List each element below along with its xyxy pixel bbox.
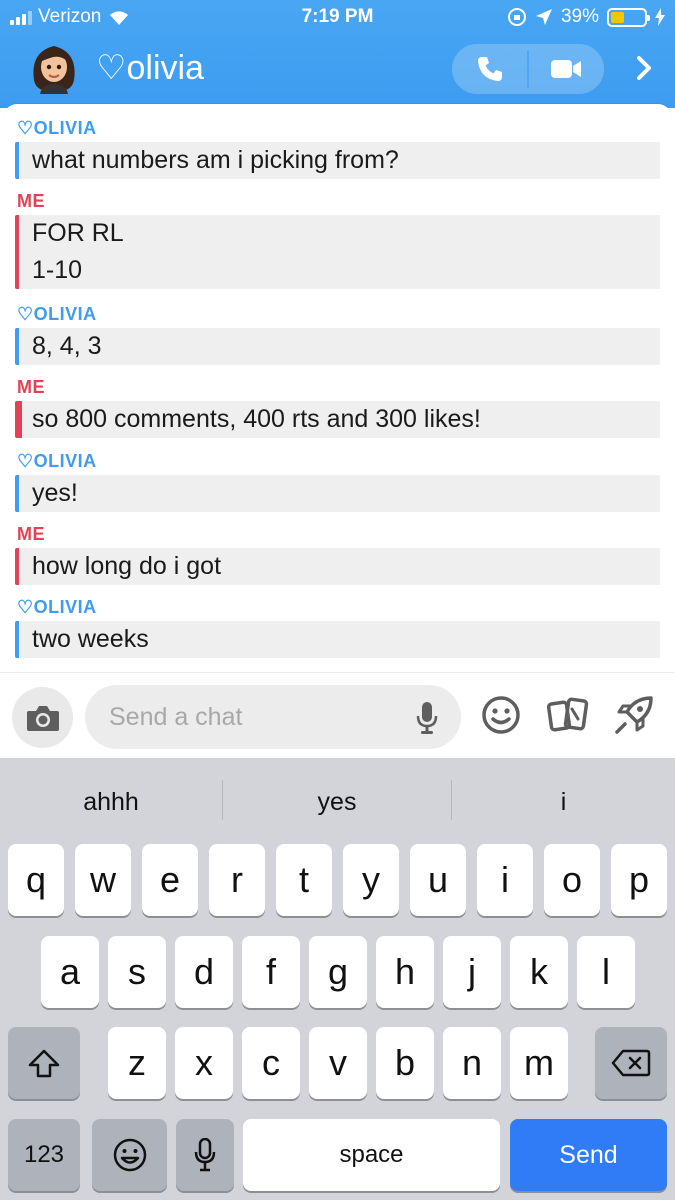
key-j[interactable]: j <box>443 936 501 1008</box>
orientation-lock-icon <box>507 8 526 26</box>
key-i[interactable]: i <box>477 844 533 916</box>
cards-button[interactable] <box>546 693 590 737</box>
dictation-icon <box>194 1138 216 1172</box>
emoji-sticker-button[interactable] <box>479 693 523 737</box>
dictation-key[interactable] <box>176 1119 234 1191</box>
key-t[interactable]: t <box>276 844 332 916</box>
message-bubble[interactable]: so 800 comments, 400 rts and 300 likes! <box>15 401 660 438</box>
message-text: 8, 4, 3 <box>32 332 102 360</box>
chat-title[interactable]: ♡olivia <box>96 48 204 88</box>
key-n[interactable]: n <box>443 1027 501 1099</box>
message-sender: ♡OLIVIA <box>17 304 97 324</box>
key-y[interactable]: y <box>343 844 399 916</box>
key-c[interactable]: c <box>242 1027 300 1099</box>
camera-icon <box>26 705 59 731</box>
backspace-icon <box>611 1049 651 1077</box>
more-button[interactable] <box>626 50 662 86</box>
suggestion-item[interactable]: ahhh <box>0 758 222 842</box>
suggestion-item[interactable]: i <box>452 758 675 842</box>
key-m[interactable]: m <box>510 1027 568 1099</box>
battery-icon <box>607 7 650 27</box>
key-d[interactable]: d <box>175 936 233 1008</box>
send-key[interactable]: Send <box>510 1119 667 1191</box>
composer-bar <box>0 672 675 758</box>
suggestion-bar: ahhh yes i <box>0 758 675 842</box>
video-call-button[interactable] <box>528 44 604 94</box>
message-sender: ME <box>17 377 45 397</box>
chat-header: Verizon 7:19 PM 39% ♡olivia <box>0 0 675 108</box>
key-e[interactable]: e <box>142 844 198 916</box>
key-a[interactable]: a <box>41 936 99 1008</box>
key-s[interactable]: s <box>108 936 166 1008</box>
message-bubble[interactable]: what numbers am i picking from? <box>15 142 660 179</box>
suggestion-item[interactable]: yes <box>223 758 451 842</box>
status-bar: Verizon 7:19 PM 39% <box>0 0 675 36</box>
message-bubble[interactable]: how long do i got <box>15 548 660 585</box>
call-buttons-group <box>452 44 604 94</box>
voice-call-button[interactable] <box>452 44 528 94</box>
shift-key[interactable] <box>8 1027 80 1099</box>
battery-percent: 39% <box>560 6 599 27</box>
charging-bolt-icon <box>655 8 665 26</box>
backspace-key[interactable] <box>595 1027 667 1099</box>
key-w[interactable]: w <box>75 844 131 916</box>
key-p[interactable]: p <box>611 844 667 916</box>
message-text: 1-10 <box>32 256 83 284</box>
message-list[interactable]: ♡OLIVIA what numbers am i picking from? … <box>3 104 672 672</box>
chat-input-container[interactable] <box>85 685 461 749</box>
key-o[interactable]: o <box>544 844 600 916</box>
message-text: yes! <box>32 479 78 507</box>
chevron-right-icon <box>637 56 651 80</box>
numbers-key[interactable]: 123 <box>8 1119 80 1191</box>
key-q[interactable]: q <box>8 844 64 916</box>
message-bubble[interactable]: 8, 4, 3 <box>15 328 660 365</box>
shift-icon <box>28 1049 60 1078</box>
message-text: how long do i got <box>32 552 222 580</box>
message-bubble[interactable]: two weeks <box>15 621 660 658</box>
key-k[interactable]: k <box>510 936 568 1008</box>
camera-button[interactable] <box>12 687 73 748</box>
message-text: two weeks <box>32 625 149 653</box>
message-text: so 800 comments, 400 rts and 300 likes! <box>32 405 481 433</box>
avatar[interactable] <box>28 40 80 94</box>
message-text: FOR RL <box>32 219 124 247</box>
key-r[interactable]: r <box>209 844 265 916</box>
key-v[interactable]: v <box>309 1027 367 1099</box>
key-l[interactable]: l <box>577 936 635 1008</box>
cards-icon <box>547 697 589 732</box>
location-arrow-icon <box>535 9 552 25</box>
emoji-icon <box>113 1138 146 1172</box>
battery-fill <box>611 11 624 23</box>
key-f[interactable]: f <box>242 936 300 1008</box>
rocket-icon <box>615 696 653 734</box>
keyboard: ahhh yes i q w e r t y u i o p a s d f g… <box>0 758 675 1200</box>
games-button[interactable] <box>612 693 656 737</box>
key-u[interactable]: u <box>410 844 466 916</box>
message-bubble[interactable]: FOR RL 1-10 <box>15 215 660 289</box>
message-sender: ♡OLIVIA <box>17 451 97 471</box>
message-text: what numbers am i picking from? <box>32 146 399 174</box>
status-right: 39% <box>507 6 665 28</box>
smiley-icon <box>482 696 520 734</box>
message-sender: ♡OLIVIA <box>17 118 97 138</box>
space-key[interactable]: space <box>243 1119 500 1191</box>
message-sender: ME <box>17 191 45 211</box>
key-h[interactable]: h <box>376 936 434 1008</box>
video-camera-icon <box>551 60 581 78</box>
message-sender: ME <box>17 524 45 544</box>
message-bubble[interactable]: yes! <box>15 475 660 512</box>
key-g[interactable]: g <box>309 936 367 1008</box>
emoji-key[interactable] <box>92 1119 167 1191</box>
chat-input[interactable] <box>109 685 409 749</box>
phone-icon <box>478 57 502 81</box>
message-sender: ♡OLIVIA <box>17 597 97 617</box>
key-z[interactable]: z <box>108 1027 166 1099</box>
key-b[interactable]: b <box>376 1027 434 1099</box>
key-x[interactable]: x <box>175 1027 233 1099</box>
microphone-icon[interactable] <box>415 701 439 735</box>
